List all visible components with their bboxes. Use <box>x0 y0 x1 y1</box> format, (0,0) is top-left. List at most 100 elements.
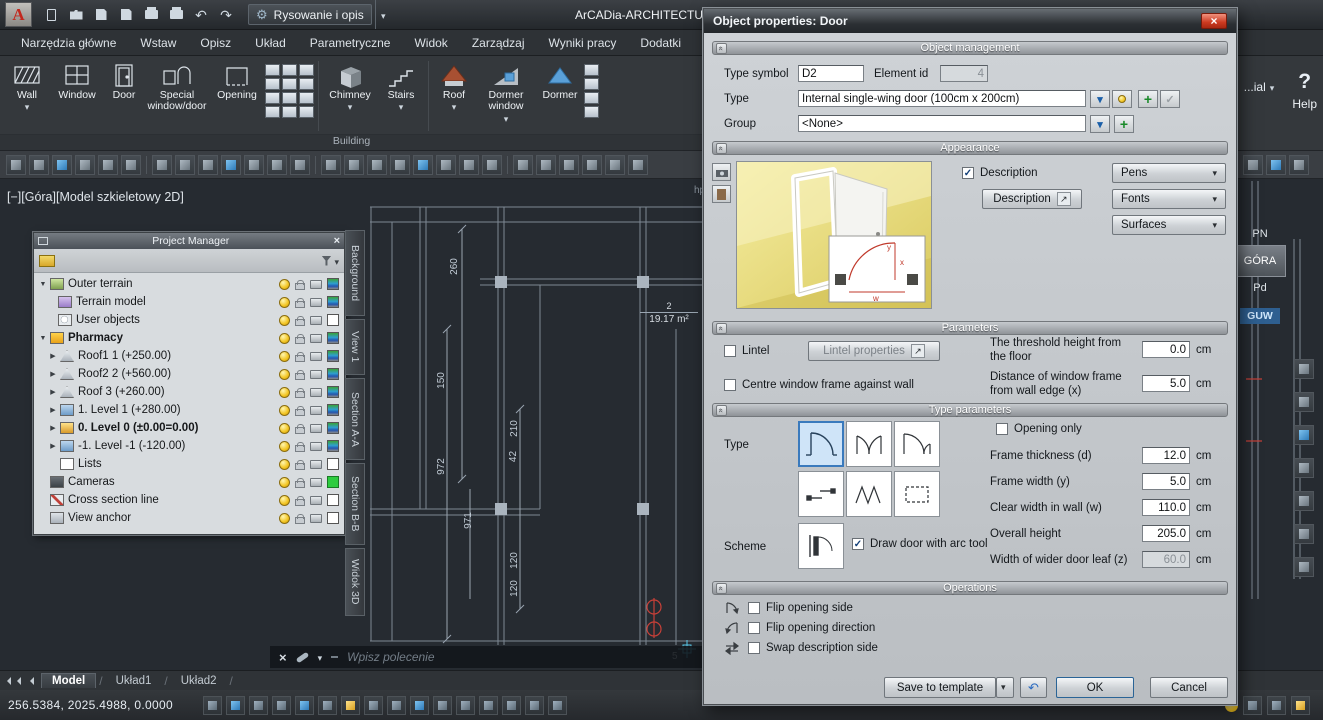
window-type-icon[interactable] <box>265 92 280 104</box>
otrack-toggle-icon[interactable] <box>318 696 337 715</box>
tree-item[interactable]: Roof 3 (+260.00) <box>34 383 344 401</box>
overall-height-input[interactable] <box>1142 525 1190 542</box>
toolbar-icon[interactable] <box>175 155 195 175</box>
tree-item[interactable]: Cameras <box>34 473 344 491</box>
toolbar-icon[interactable] <box>605 155 625 175</box>
toolbar-icon[interactable] <box>321 155 341 175</box>
collapse-icon[interactable] <box>716 583 727 594</box>
door-type-unequal-swing-button[interactable] <box>894 421 940 467</box>
pen-color-chip[interactable] <box>327 350 339 362</box>
toolbar-icon[interactable] <box>1243 155 1263 175</box>
visibility-bulb-icon[interactable] <box>279 423 290 434</box>
pen-color-chip[interactable] <box>327 512 339 524</box>
tab-wyniki-pracy[interactable]: Wyniki pracy <box>538 32 628 54</box>
printer-icon[interactable] <box>310 442 322 451</box>
printer-icon[interactable] <box>310 298 322 307</box>
command-line[interactable]: Wpisz polecenie <box>270 646 703 668</box>
partial-ribbon-button[interactable]: ...ial <box>1240 66 1279 108</box>
tree-item[interactable]: User objects <box>34 311 344 329</box>
lock-icon[interactable] <box>295 337 305 344</box>
workspace-dropdown-button[interactable] <box>375 0 391 29</box>
toolbar-icon[interactable] <box>290 155 310 175</box>
tool-mini-icon[interactable] <box>584 106 599 118</box>
tool-mini-icon[interactable] <box>584 92 599 104</box>
tree-item[interactable]: -1. Level -1 (-120.00) <box>34 437 344 455</box>
tab-section-aa[interactable]: Section A-A <box>345 378 365 460</box>
toolbar-icon[interactable] <box>221 155 241 175</box>
isolate-objects-icon[interactable] <box>525 696 544 715</box>
collapse-icon[interactable] <box>716 143 727 154</box>
tab-uklad1[interactable]: Układ1 <box>106 674 162 688</box>
tree-item[interactable]: Cross section line <box>34 491 344 509</box>
pen-color-chip[interactable] <box>327 494 339 506</box>
printer-icon[interactable] <box>310 370 322 379</box>
side-tool-icon[interactable] <box>1294 491 1314 511</box>
flip-opening-direction-checkbox[interactable] <box>748 622 760 634</box>
threshold-input[interactable] <box>1142 341 1190 358</box>
frame-width-input[interactable] <box>1142 473 1190 490</box>
tab-uklad2[interactable]: Układ2 <box>171 674 227 688</box>
filter-controls[interactable] <box>321 254 339 268</box>
grid-toggle-icon[interactable] <box>226 696 245 715</box>
tab-widok-3d[interactable]: Widok 3D <box>345 548 365 616</box>
tab-view-1[interactable]: View 1 <box>345 319 365 375</box>
arc-tool-checkbox[interactable] <box>852 538 864 550</box>
printer-icon[interactable] <box>310 352 322 361</box>
snap-toggle-icon[interactable] <box>203 696 222 715</box>
section-type-parameters[interactable]: Type parameters <box>712 403 1228 417</box>
pen-color-chip[interactable] <box>327 296 339 308</box>
printer-icon[interactable] <box>310 388 322 397</box>
collapsed-caret-icon[interactable] <box>48 424 58 432</box>
toolbar-icon[interactable] <box>459 155 479 175</box>
visibility-bulb-icon[interactable] <box>279 315 290 326</box>
collapsed-caret-icon[interactable] <box>48 352 58 360</box>
lock-icon[interactable] <box>295 283 305 290</box>
lock-icon[interactable] <box>295 463 305 470</box>
visibility-bulb-icon[interactable] <box>279 441 290 452</box>
type-confirm-button[interactable] <box>1160 90 1180 108</box>
tree-item[interactable]: 0. Level 0 (±0.00=0.00) <box>34 419 344 437</box>
workspace-selector[interactable]: Rysowanie i opis <box>248 4 372 25</box>
compass-extra-label[interactable]: GUW <box>1240 308 1280 324</box>
toolbar-icon[interactable] <box>390 155 410 175</box>
printer-icon[interactable] <box>310 406 322 415</box>
lock-icon[interactable] <box>295 445 305 452</box>
lock-icon[interactable] <box>295 409 305 416</box>
lock-icon[interactable] <box>295 517 305 524</box>
group-input[interactable] <box>798 115 1086 132</box>
tree-item[interactable]: Lists <box>34 455 344 473</box>
opening-only-checkbox[interactable] <box>996 423 1008 435</box>
swap-description-side-checkbox[interactable] <box>748 642 760 654</box>
chimney-button[interactable]: Chimney <box>323 58 377 134</box>
lintel-properties-button[interactable]: Lintel properties <box>808 341 940 361</box>
polar-toggle-icon[interactable] <box>272 696 291 715</box>
add-folder-icon[interactable] <box>39 255 55 267</box>
toolbar-icon[interactable] <box>98 155 118 175</box>
side-tool-icon[interactable] <box>1294 458 1314 478</box>
printer-icon[interactable] <box>310 478 322 487</box>
section-operations[interactable]: Operations <box>712 581 1228 595</box>
collapsed-caret-icon[interactable] <box>48 442 58 450</box>
undo-button[interactable]: ↶ <box>1020 677 1047 698</box>
tree-item[interactable]: Terrain model <box>34 293 344 311</box>
plot-icon[interactable] <box>165 4 187 25</box>
type-picker-button[interactable] <box>1090 90 1110 108</box>
lock-icon[interactable] <box>295 499 305 506</box>
workspace-switch-icon[interactable] <box>456 696 475 715</box>
toolbar-icon[interactable] <box>536 155 556 175</box>
preview-camera-button[interactable] <box>712 163 731 181</box>
print-icon[interactable] <box>140 4 162 25</box>
door-type-double-swing-button[interactable] <box>846 421 892 467</box>
toolbar-icon[interactable] <box>52 155 72 175</box>
door-type-folding-button[interactable] <box>846 471 892 517</box>
side-tool-icon[interactable] <box>1294 524 1314 544</box>
quick-properties-icon[interactable] <box>502 696 521 715</box>
tree-item[interactable]: Roof2 2 (+560.00) <box>34 365 344 383</box>
pens-button[interactable]: Pens <box>1112 163 1226 183</box>
lock-icon[interactable] <box>295 355 305 362</box>
tab-wstaw[interactable]: Wstaw <box>129 32 187 54</box>
pen-color-chip[interactable] <box>327 458 339 470</box>
side-tool-icon[interactable] <box>1294 392 1314 412</box>
pen-color-chip[interactable] <box>327 386 339 398</box>
door-type-sliding-button[interactable] <box>798 471 844 517</box>
